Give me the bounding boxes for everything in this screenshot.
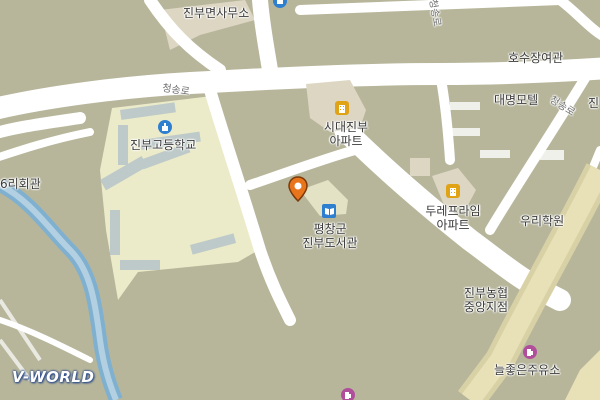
place-dreprime-apartment-line2: 아파트 — [436, 218, 470, 232]
place-sidae-apartment-line2: 아파트 — [329, 134, 363, 148]
place-nonghyup-line1: 진부농협 — [463, 286, 509, 300]
place-gas-station[interactable]: 늘좋은주유소 — [494, 363, 560, 377]
place-nonghyup[interactable]: 진부농협 중앙지점 — [456, 286, 516, 314]
library-icon[interactable] — [322, 204, 336, 218]
sidae-apartment-icon[interactable] — [335, 101, 349, 115]
place-highschool[interactable]: 진부고등학교 — [130, 138, 196, 152]
place-library[interactable]: 평창군 진부도서관 — [298, 222, 362, 250]
place-left-hall[interactable]: 6리회관 — [0, 177, 41, 191]
place-hosu-hall[interactable]: 호수장여관 — [508, 51, 563, 65]
school-icon[interactable] — [158, 120, 172, 134]
place-dreprime-apartment[interactable]: 두레프라임 아파트 — [420, 204, 486, 232]
dreprime-apartment-icon[interactable] — [446, 184, 460, 198]
vworld-logo: V-WORLD — [12, 368, 95, 386]
gas-station-icon[interactable] — [341, 388, 355, 400]
place-sidae-apartment-line1: 시대진부 — [323, 120, 369, 134]
place-library-line1: 평창군 — [313, 222, 347, 236]
location-marker-icon[interactable] — [288, 176, 308, 202]
map-view[interactable]: 청송로 청송로 청송로 진부면사무소 호수장여관 대명모텔 진 진부고등학교 시… — [0, 0, 600, 400]
place-nonghyup-line2: 중앙지점 — [463, 300, 509, 314]
place-right-edge[interactable]: 진 — [588, 96, 599, 110]
place-daemyeong-motel[interactable]: 대명모텔 — [494, 93, 538, 107]
place-library-line2: 진부도서관 — [302, 236, 358, 250]
gas-station-icon[interactable] — [523, 345, 537, 359]
place-myeon-office[interactable]: 진부면사무소 — [183, 6, 249, 20]
place-dreprime-apartment-line1: 두레프라임 — [425, 204, 481, 218]
place-sidae-apartment[interactable]: 시대진부 아파트 — [318, 120, 374, 148]
place-uri-academy[interactable]: 우리학원 — [520, 214, 564, 228]
